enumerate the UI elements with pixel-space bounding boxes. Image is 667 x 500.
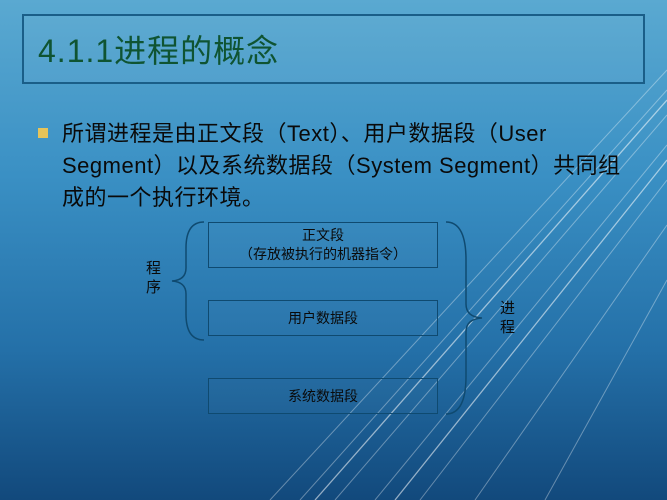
brace-left-icon xyxy=(168,220,206,342)
seg3-text: 系统数据段 xyxy=(288,387,358,406)
paragraph: 所谓进程是由正文段（Text）、用户数据段（User Segment）以及系统数… xyxy=(62,118,629,214)
seg1-line1: 正文段 xyxy=(302,226,344,245)
left-brace-label: 程序 xyxy=(142,260,163,298)
diagram: 程序 正文段 （存放被执行的机器指令） 用户数据段 系统数据段 进程 xyxy=(130,222,560,472)
seg1-line2: （存放被执行的机器指令） xyxy=(239,245,407,264)
segment-text-box: 正文段 （存放被执行的机器指令） xyxy=(208,222,438,268)
segment-system-box: 系统数据段 xyxy=(208,378,438,414)
bullet-icon xyxy=(38,128,48,138)
slide: 4.1.1进程的概念 所谓进程是由正文段（Text）、用户数据段（User Se… xyxy=(0,0,667,500)
slide-title: 4.1.1进程的概念 xyxy=(38,26,279,72)
seg2-text: 用户数据段 xyxy=(288,309,358,328)
bullet-row: 所谓进程是由正文段（Text）、用户数据段（User Segment）以及系统数… xyxy=(38,118,629,214)
title-box: 4.1.1进程的概念 xyxy=(22,14,645,84)
body: 所谓进程是由正文段（Text）、用户数据段（User Segment）以及系统数… xyxy=(38,118,629,214)
segment-user-box: 用户数据段 xyxy=(208,300,438,336)
brace-right-icon xyxy=(442,220,486,418)
right-brace-label: 进程 xyxy=(496,300,517,338)
